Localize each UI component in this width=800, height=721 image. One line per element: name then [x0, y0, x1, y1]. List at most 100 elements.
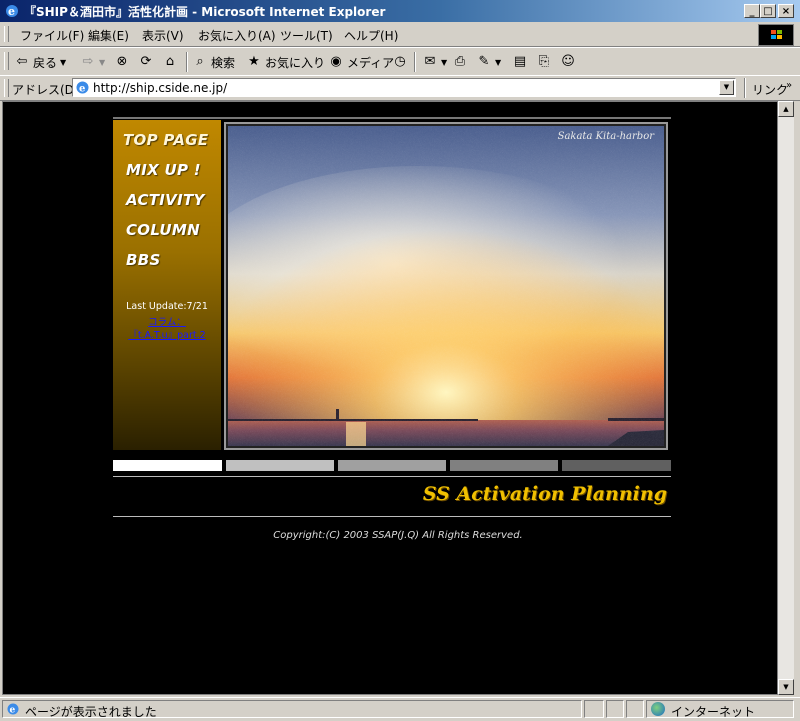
- bar-segment: [450, 460, 558, 471]
- forward-arrow-icon: ⇨: [82, 54, 94, 69]
- messenger-icon: ☺: [561, 54, 575, 69]
- frame-top-line: [113, 117, 671, 119]
- address-dropdown-button[interactable]: ▼: [719, 80, 734, 95]
- address-url: http://ship.cside.ne.jp/: [93, 81, 228, 95]
- windows-logo-icon: [758, 24, 794, 46]
- address-bar: アドレス(D) e http://ship.cside.ne.jp/ ▼ リンク…: [0, 75, 800, 101]
- page-icon: e: [76, 81, 89, 95]
- bar-segment: [113, 460, 222, 471]
- back-arrow-icon: ⇦: [16, 54, 28, 69]
- scroll-down-button[interactable]: ▼: [778, 679, 794, 695]
- media-icon: ◉: [330, 54, 342, 69]
- edit-button[interactable]: ✎ ▼: [476, 52, 502, 72]
- research-button[interactable]: ⎘: [536, 52, 552, 72]
- svg-text:e: e: [8, 5, 15, 18]
- copyright: Copyright:(C) 2003 SSAP(J.Q) All Rights …: [273, 530, 523, 541]
- status-text: ページが表示されました: [25, 705, 157, 719]
- bar-segment: [226, 460, 334, 471]
- discuss-icon: ▤: [513, 54, 527, 69]
- vertical-scrollbar[interactable]: ▲ ▼: [778, 101, 794, 695]
- favorites-button[interactable]: ★ お気に入り: [246, 52, 325, 72]
- menu-favorites[interactable]: お気に入り(A): [198, 27, 276, 44]
- toolbar-grip[interactable]: [4, 79, 9, 97]
- nav-top-page[interactable]: TOP PAGE: [123, 131, 208, 149]
- bar-segment: [338, 460, 446, 471]
- mail-icon: ✉: [424, 54, 436, 69]
- print-button[interactable]: ⎙: [452, 52, 468, 72]
- nav-activity[interactable]: ACTIVITY: [126, 191, 205, 209]
- minimize-button[interactable]: _: [744, 4, 760, 18]
- globe-icon: [651, 702, 665, 716]
- address-input[interactable]: e http://ship.cside.ne.jp/ ▼: [72, 78, 736, 97]
- standard-toolbar: ⇦ 戻る ▼ ⇨ ▼ ⊗ ⟳ ⌂ ⌕ 検索 ★ お気に入り ◉ メディア ◷ ✉…: [0, 47, 800, 76]
- favorites-icon: ★: [248, 54, 260, 69]
- harbor-photo: Sakata Kita-harbor: [224, 122, 668, 450]
- window-title: 『SHIP＆酒田市』活性化計画 - Microsoft Internet Exp…: [24, 5, 386, 19]
- messenger-button[interactable]: ☺: [560, 52, 576, 72]
- mail-button[interactable]: ✉ ▼: [422, 52, 448, 72]
- sunset-image: [228, 126, 664, 446]
- divider: [113, 476, 671, 477]
- research-icon: ⎘: [538, 54, 550, 69]
- menu-tools[interactable]: ツール(T): [280, 27, 333, 44]
- title-bar: e 『SHIP＆酒田市』活性化計画 - Microsoft Internet E…: [0, 0, 800, 22]
- search-icon: ⌕: [196, 54, 204, 69]
- toolbar-grip[interactable]: [4, 52, 9, 70]
- toolbar-separator: [414, 52, 416, 72]
- status-main: e ページが表示されました: [2, 700, 582, 719]
- toolbar-separator: [186, 52, 188, 72]
- chevron-down-icon: ▼: [99, 57, 106, 67]
- search-button[interactable]: ⌕ 検索: [192, 52, 235, 72]
- back-label: 戻る: [33, 55, 58, 70]
- bar-segment: [562, 460, 671, 471]
- chevron-down-icon: ▼: [495, 57, 502, 67]
- zone-label: インターネット: [671, 705, 756, 719]
- menu-edit[interactable]: 編集(E): [88, 27, 129, 44]
- menu-file[interactable]: ファイル(F): [20, 27, 84, 44]
- svg-text:e: e: [79, 84, 85, 95]
- last-update: Last Update:7/21: [126, 301, 208, 312]
- toolbar-grip[interactable]: [4, 26, 9, 42]
- edit-icon: ✎: [478, 54, 490, 69]
- stop-button[interactable]: ⊗: [114, 52, 130, 72]
- ie-logo-icon: e: [6, 5, 18, 18]
- history-button[interactable]: ◷: [392, 52, 408, 72]
- refresh-button[interactable]: ⟳: [138, 52, 154, 72]
- nav-bbs[interactable]: BBS: [126, 251, 161, 269]
- status-cell: [584, 700, 604, 718]
- maximize-button[interactable]: □: [760, 4, 776, 18]
- media-label: メディア: [347, 55, 395, 70]
- chevron-down-icon: ▼: [441, 57, 448, 67]
- toolbar-separator: [744, 78, 746, 98]
- menu-help[interactable]: ヘルプ(H): [344, 27, 398, 44]
- history-icon: ◷: [394, 54, 406, 69]
- menu-view[interactable]: 表示(V): [142, 27, 184, 44]
- forward-button[interactable]: ⇨ ▼: [80, 52, 106, 72]
- discuss-button[interactable]: ▤: [512, 52, 528, 72]
- back-button[interactable]: ⇦ 戻る ▼: [14, 52, 67, 72]
- menu-bar: ファイル(F) 編集(E) 表示(V) お気に入り(A) ツール(T) ヘルプ(…: [0, 22, 800, 47]
- status-cell: [626, 700, 644, 718]
- update-link[interactable]: 『t.A.T.u』part.2: [128, 330, 205, 341]
- chevron-right-icon[interactable]: »: [786, 80, 792, 91]
- stop-icon: ⊗: [116, 54, 128, 69]
- nav-column[interactable]: COLUMN: [126, 221, 200, 239]
- home-button[interactable]: ⌂: [162, 52, 178, 72]
- nav-mix-up[interactable]: MIX UP !: [126, 161, 201, 179]
- security-zone: インターネット: [646, 700, 794, 719]
- status-cell: [606, 700, 624, 718]
- svg-text:e: e: [10, 706, 16, 716]
- address-label: アドレス(D): [12, 83, 79, 97]
- close-button[interactable]: ×: [778, 4, 794, 18]
- photo-caption: Sakata Kita-harbor: [557, 131, 654, 142]
- nav-column: TOP PAGE MIX UP ! ACTIVITY COLUMN BBS La…: [113, 120, 221, 450]
- chevron-down-icon: ▼: [60, 57, 67, 67]
- page-done-icon: e: [7, 703, 19, 716]
- refresh-icon: ⟳: [140, 54, 152, 69]
- search-label: 検索: [211, 55, 236, 70]
- scroll-up-button[interactable]: ▲: [778, 101, 794, 117]
- media-button[interactable]: ◉ メディア: [328, 52, 394, 72]
- favorites-label: お気に入り: [265, 55, 326, 70]
- links-button[interactable]: リンク: [752, 81, 788, 98]
- color-bars: [113, 460, 671, 471]
